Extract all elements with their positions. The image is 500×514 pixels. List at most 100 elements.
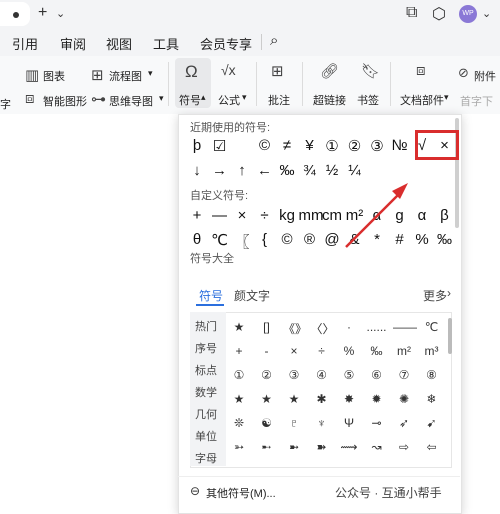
recent-symbol[interactable]: ‰ [276,162,298,179]
grid-scrollbar[interactable] [448,318,452,354]
menu-references[interactable]: 引用 [12,34,38,53]
grid-symbol[interactable]: m³ [421,344,443,358]
grid-symbol[interactable]: ⊸ [366,416,388,430]
recent-symbol[interactable]: ≠ [276,137,298,154]
window-icon[interactable]: ⧉ [406,4,417,22]
bookmark-button[interactable]: 书签 [357,92,379,108]
grid-symbol[interactable]: ③ [283,368,305,382]
grid-symbol[interactable]: ✹ [366,392,388,406]
annotation-button[interactable]: 批注 [268,92,290,108]
symbol-dropdown-icon[interactable]: ▴ [201,92,206,103]
grid-symbol[interactable]: ⑤ [338,368,360,382]
grid-symbol[interactable]: —— [393,320,417,334]
custom-symbol[interactable]: β [434,207,456,224]
tab-menu-button[interactable]: ⌄ [56,7,65,20]
cube-icon[interactable]: ⬡ [432,4,446,24]
grid-symbol[interactable]: ➹ [421,416,443,430]
chevron-right-icon[interactable]: › [447,286,451,300]
document-tab[interactable] [0,2,30,26]
grid-symbol[interactable]: ⇦ [421,440,443,454]
smart-shape-button[interactable]: 智能图形 [43,93,87,109]
custom-symbol[interactable]: + [186,207,208,224]
more-link[interactable]: 更多 [423,287,447,304]
grid-symbol[interactable]: ⑦ [393,368,415,382]
grid-symbol[interactable]: ♇ [283,416,305,430]
grid-symbol[interactable]: ☯ [256,416,278,430]
recent-symbol[interactable]: þ [186,137,208,154]
category-item[interactable]: 几何 [195,406,217,422]
grid-symbol[interactable]: m² [393,344,415,358]
grid-symbol[interactable]: Ψ [338,416,360,430]
grid-symbol[interactable]: ★ [228,320,250,334]
grid-symbol[interactable]: ➽ [311,440,333,454]
category-item[interactable]: 数学 [195,384,217,400]
category-item[interactable]: 标点 [195,362,217,378]
recent-symbol[interactable]: ② [344,137,366,155]
recent-symbol[interactable]: ☑ [209,137,231,155]
grid-symbol[interactable]: ✸ [338,392,360,406]
category-item[interactable]: 序号 [195,340,217,356]
chart-button[interactable]: 图表 [43,68,65,84]
custom-symbol[interactable]: ® [299,231,321,248]
account-menu-icon[interactable]: ⌄ [482,7,491,20]
mindmap-button[interactable]: 思维导图 [109,93,153,109]
grid-symbol[interactable]: ℃ [421,320,443,334]
dropcap-button[interactable]: 首字下 [460,93,493,109]
grid-symbol[interactable]: ★ [256,392,278,406]
grid-symbol[interactable]: ↝ [366,440,388,454]
hyperlink-button[interactable]: 超链接 [313,92,346,108]
grid-symbol[interactable]: + [228,344,250,358]
grid-symbol[interactable]: [] [256,320,278,334]
category-item[interactable]: 字母 [195,450,217,466]
recent-symbol[interactable]: ③ [366,137,388,155]
formula-dropdown-icon[interactable]: ▾ [242,92,247,103]
grid-symbol[interactable]: ÷ [311,344,333,358]
custom-symbol[interactable]: kg [276,207,298,224]
grid-symbol[interactable]: ✱ [311,392,333,406]
flowchart-dropdown-icon[interactable]: ▾ [148,68,153,79]
grid-symbol[interactable]: ⇨ [393,440,415,454]
recent-symbol[interactable]: ↓ [186,162,208,179]
grid-symbol[interactable]: × [283,344,305,358]
grid-symbol[interactable]: ➶ [393,416,415,430]
category-item[interactable]: 热门 [195,318,217,334]
custom-symbol[interactable]: mm [299,207,324,224]
custom-symbol[interactable]: { [254,231,276,248]
left-cut-label[interactable]: 字 [0,96,11,112]
custom-symbol[interactable]: ÷ [254,207,276,224]
grid-symbol[interactable]: ★ [228,392,250,406]
recent-symbol[interactable]: ① [321,137,343,155]
custom-symbol[interactable]: ‰ [434,231,456,248]
recent-symbol[interactable]: © [254,137,276,154]
grid-symbol[interactable]: ➸ [256,440,278,454]
symbol-button[interactable]: 符号 [179,92,201,108]
grid-symbol[interactable]: 《》 [283,320,307,337]
grid-symbol[interactable]: ➼ [283,440,305,454]
other-symbols-icon[interactable]: ⊖ [190,484,200,498]
grid-symbol[interactable]: % [338,344,360,358]
recent-symbol[interactable]: ¥ [299,137,321,154]
grid-symbol[interactable]: ...... [366,320,388,334]
custom-symbol[interactable]: ℃ [209,231,231,249]
grid-symbol[interactable]: ❄ [421,392,443,406]
grid-symbol[interactable]: ⟿ [338,440,360,454]
category-item[interactable]: 单位 [195,428,217,444]
formula-button[interactable]: 公式 [218,92,240,108]
doc-parts-dropdown-icon[interactable]: ▾ [444,92,449,103]
new-tab-button[interactable]: + [38,4,47,22]
mindmap-dropdown-icon[interactable]: ▾ [159,93,164,104]
menu-view[interactable]: 视图 [106,34,132,53]
custom-symbol[interactable]: × [231,207,253,224]
grid-symbol[interactable]: - [256,344,278,358]
attachment-button[interactable]: 附件 [474,68,496,84]
custom-symbol[interactable]: © [276,231,298,248]
custom-symbol[interactable]: θ [186,231,208,248]
doc-parts-button[interactable]: 文档部件 [400,92,444,108]
grid-symbol[interactable]: ⑥ [366,368,388,382]
grid-symbol[interactable]: 〈〉 [311,320,335,337]
grid-symbol[interactable]: ② [256,368,278,382]
grid-symbol[interactable]: ① [228,368,250,382]
grid-symbol[interactable]: ♆ [311,416,333,430]
grid-symbol[interactable]: ★ [283,392,305,406]
custom-symbol[interactable]: 〖 [231,231,253,252]
